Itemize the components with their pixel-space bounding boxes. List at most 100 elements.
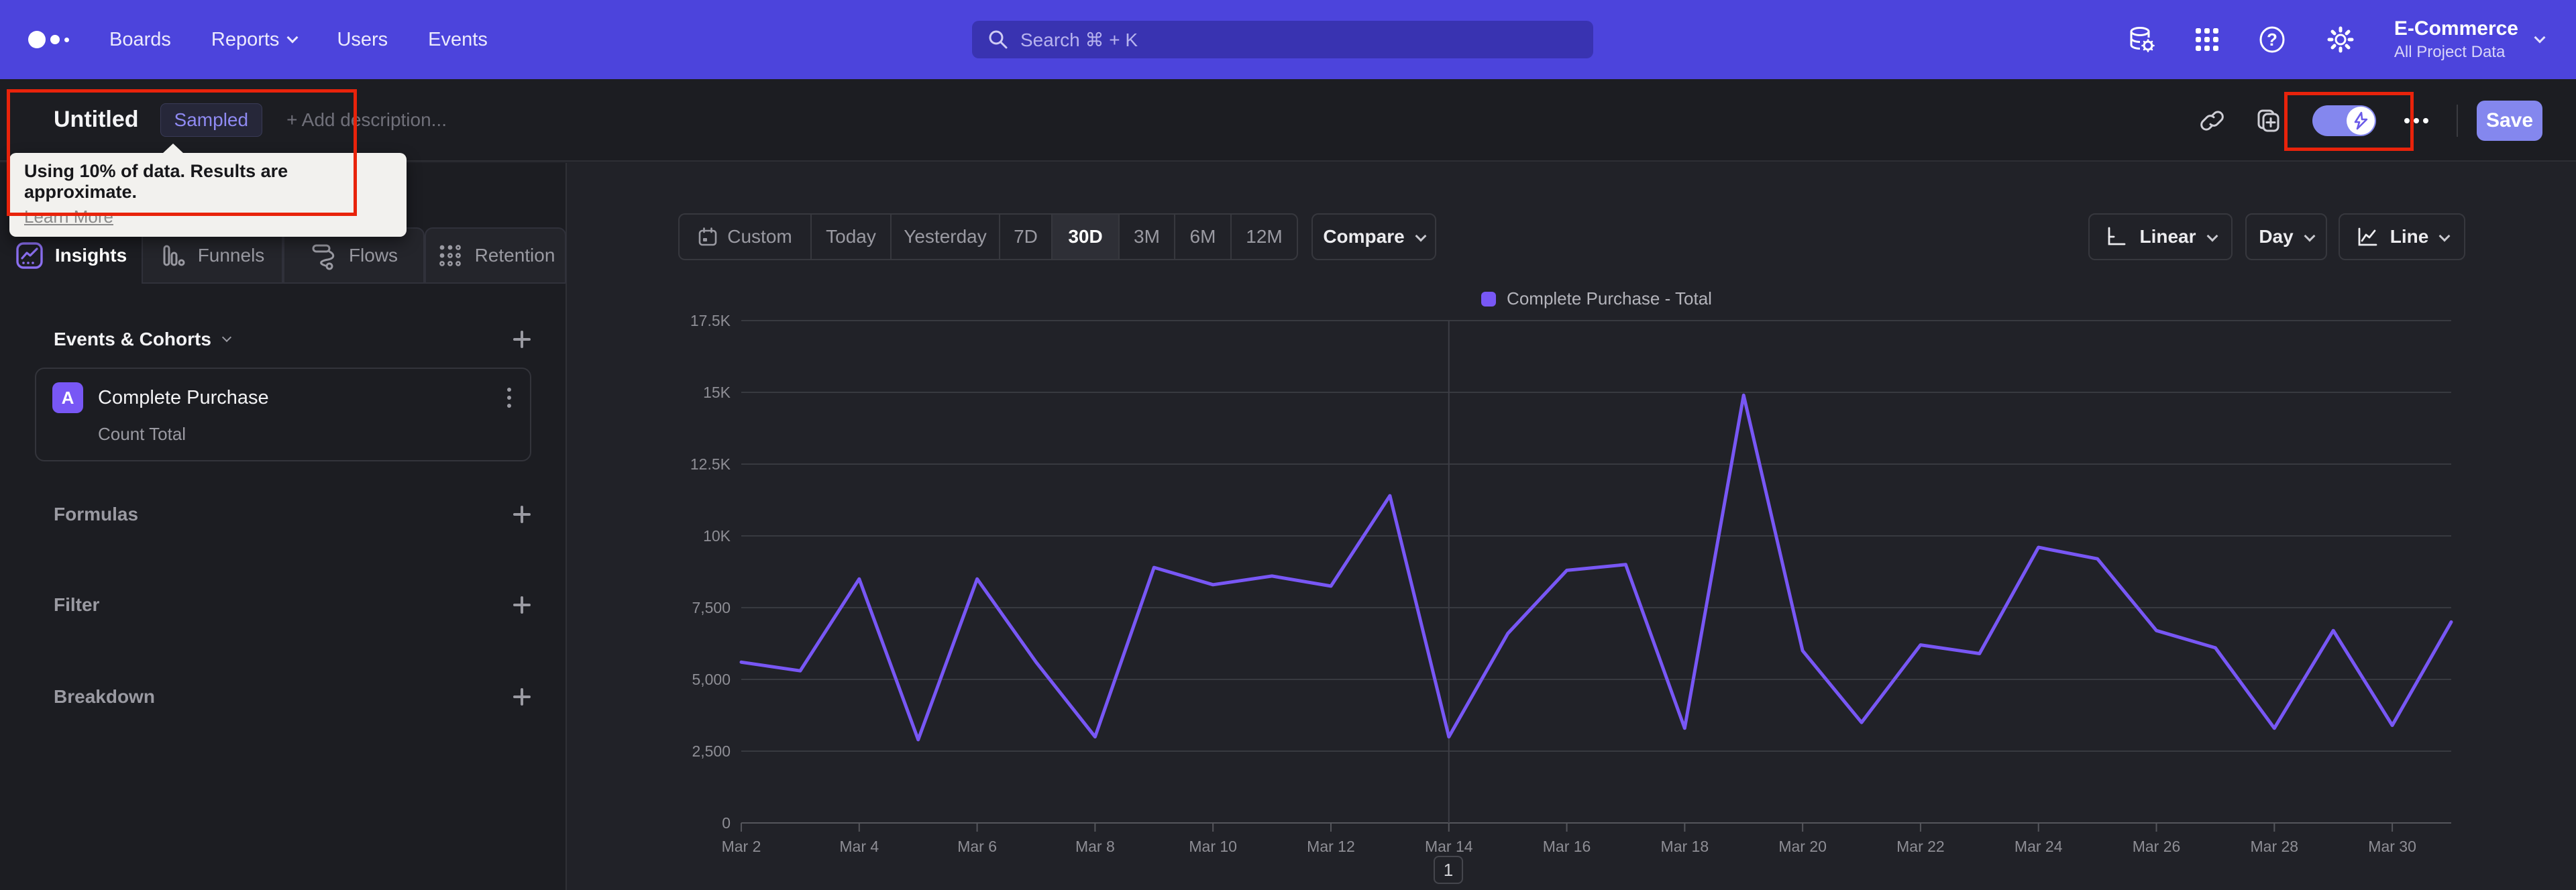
project-selector[interactable]: E-Commerce All Project Data (2394, 17, 2546, 62)
logo-dot (64, 37, 69, 42)
tooltip-arrow (162, 144, 184, 154)
x-axis-label: Mar 16 (1543, 838, 1591, 855)
nav-item-label: Users (337, 28, 388, 50)
section-label: Formulas (54, 504, 139, 524)
x-axis-label: Mar 22 (1896, 838, 1945, 855)
copy-link-button[interactable] (2200, 108, 2225, 133)
nav-item-reports[interactable]: Reports (211, 28, 299, 51)
search-icon (989, 30, 1008, 49)
range-today[interactable]: Today (812, 215, 892, 259)
tooltip-text: Using 10% of data. Results are approxima… (24, 161, 288, 202)
nav-item-label: Events (428, 28, 488, 50)
report-title[interactable]: Untitled (54, 107, 139, 133)
data-management-icon[interactable] (2126, 24, 2157, 55)
range-6m[interactable]: 6M (1175, 215, 1232, 259)
y-axis-label: 5,000 (692, 671, 731, 688)
tab-retention[interactable]: Retention (425, 227, 566, 284)
section-breakdown[interactable]: Breakdown (0, 677, 567, 716)
x-axis-label: Mar 24 (2015, 838, 2063, 855)
nav-right-group: ? E-Commerce All Project Data (2126, 0, 2576, 79)
events-cohorts-label: Events & Cohorts (54, 329, 211, 349)
page-number: 1 (1443, 859, 1454, 880)
range-12m[interactable]: 12M (1232, 215, 1297, 259)
x-axis-label: Mar 8 (1075, 838, 1115, 855)
range-3m[interactable]: 3M (1120, 215, 1175, 259)
add-event-button[interactable] (512, 329, 532, 349)
more-options-button[interactable] (2404, 117, 2428, 123)
top-nav: Boards Reports Users Events Search ⌘ + K (0, 0, 2576, 79)
svg-text:?: ? (2267, 30, 2277, 50)
event-metric[interactable]: Count Total (36, 413, 530, 445)
learn-more-link[interactable]: Learn More (24, 207, 113, 227)
scale-label: Linear (2139, 226, 2196, 247)
duplicate-button[interactable] (2256, 108, 2282, 133)
event-card[interactable]: A Complete Purchase Count Total (35, 368, 531, 461)
add-filter-button[interactable] (512, 595, 532, 615)
tab-label: Flows (348, 245, 398, 266)
apps-grid-icon[interactable] (2195, 28, 2218, 51)
range-label: Yesterday (904, 226, 987, 247)
tab-label: Insights (54, 245, 127, 266)
report-title-bar: Untitled Sampled + Add description... Sa… (0, 79, 2576, 162)
pagination-page-1[interactable]: 1 (1434, 856, 1463, 884)
legend-swatch (1481, 291, 1497, 307)
logo-dot (50, 35, 60, 44)
chart-type-dropdown[interactable]: Line (2339, 213, 2465, 260)
y-axis-label: 0 (722, 814, 731, 832)
mixpanel-insights-app: Boards Reports Users Events Search ⌘ + K (0, 0, 2576, 890)
insights-chart-icon (16, 242, 43, 269)
flows-icon (312, 244, 335, 270)
y-axis-label: 17.5K (690, 315, 731, 329)
compare-button[interactable]: Compare (1311, 213, 1436, 260)
section-formulas[interactable]: Formulas (0, 495, 567, 534)
chart-type-label: Line (2390, 226, 2429, 247)
search-input[interactable]: Search ⌘ + K (972, 21, 1593, 58)
add-formula-button[interactable] (512, 504, 532, 524)
line-chart[interactable]: 0 2,500 5,000 7,500 10K 12.5K 15K 17.5K Mar 2 Mar… (684, 315, 2482, 885)
settings-gear-icon[interactable] (2326, 25, 2355, 54)
x-axis-label: Mar 28 (2251, 838, 2299, 855)
y-axis-label: 15K (703, 384, 731, 401)
range-label: 3M (1134, 226, 1160, 247)
interval-dropdown[interactable]: Day (2245, 213, 2327, 260)
save-button[interactable]: Save (2477, 100, 2542, 141)
x-axis-label: Mar 10 (1189, 838, 1237, 855)
sampled-badge[interactable]: Sampled (160, 103, 263, 137)
x-axis-label: Mar 4 (839, 838, 879, 855)
add-breakdown-button[interactable] (512, 687, 532, 707)
help-icon[interactable]: ? (2257, 25, 2287, 54)
add-description[interactable]: + Add description... (286, 109, 447, 131)
event-options-kebab[interactable] (504, 385, 514, 410)
compare-label: Compare (1323, 226, 1405, 247)
lightning-bolt-icon (2354, 111, 2368, 129)
range-30d[interactable]: 30D (1053, 215, 1120, 259)
interval-label: Day (2259, 226, 2294, 247)
mixpanel-logo-icon[interactable] (28, 31, 69, 48)
range-7d[interactable]: 7D (1000, 215, 1053, 259)
section-filter[interactable]: Filter (0, 586, 567, 624)
x-axis-label: Mar 6 (957, 838, 997, 855)
sampling-toggle[interactable] (2312, 105, 2376, 136)
nav-item-label: Reports (211, 28, 280, 50)
event-name[interactable]: Complete Purchase (98, 387, 490, 409)
tab-label: Retention (474, 245, 555, 266)
range-custom[interactable]: Custom (680, 215, 812, 259)
range-label: 6M (1189, 226, 1216, 247)
chart-legend[interactable]: Complete Purchase - Total (741, 288, 2452, 309)
link-icon (2200, 110, 2224, 131)
duplicate-plus-icon (2257, 109, 2279, 131)
event-series-badge: A (52, 382, 83, 413)
scale-dropdown[interactable]: Linear (2088, 213, 2233, 260)
chevron-down-icon (2304, 230, 2316, 242)
nav-item-boards[interactable]: Boards (109, 29, 171, 51)
nav-item-events[interactable]: Events (428, 29, 488, 51)
events-cohorts-header[interactable]: Events & Cohorts (0, 321, 567, 358)
tab-label: Funnels (197, 245, 265, 266)
range-yesterday[interactable]: Yesterday (892, 215, 1000, 259)
nav-item-users[interactable]: Users (337, 29, 388, 51)
nav-item-label: Boards (109, 28, 171, 50)
linear-axis-icon (2108, 227, 2126, 245)
chevron-down-icon (286, 32, 299, 44)
chevron-down-icon (221, 332, 232, 343)
y-axis-label: 12.5K (690, 455, 731, 473)
